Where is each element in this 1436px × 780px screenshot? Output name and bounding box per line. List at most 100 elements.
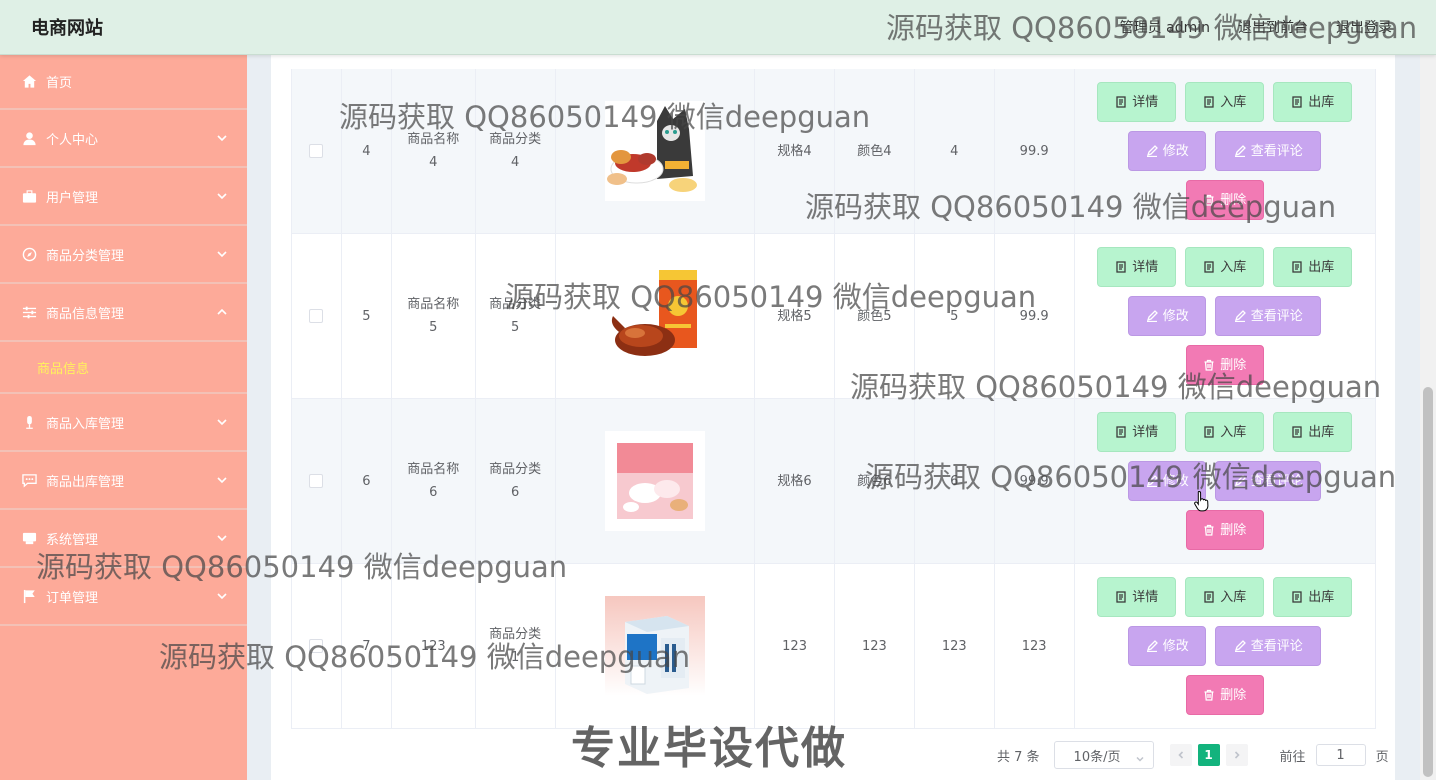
cell-name: 商品名称 4 [392,69,476,233]
cell-price: 99.9 [995,234,1075,398]
sidebar-item-label: 商品信息管理 [46,306,125,322]
delete-button[interactable]: 删除 [1185,510,1264,550]
detail-button[interactable]: 详情 [1097,247,1177,287]
sidebar-item-category[interactable]: 商品分类管理 [0,226,247,284]
row-actions: 详情 入库 出库 修改 查看评论 删除 [1075,399,1375,563]
view-review-button[interactable]: 查看评论 [1215,131,1322,171]
detail-button[interactable]: 详情 [1097,82,1177,122]
goto-prefix: 前往 [1279,749,1306,765]
next-page-button[interactable] [1225,744,1248,766]
chevron-down-icon [217,132,227,142]
table-row: 6 商品名称 6 商品分类 6 规格6 颜色6 6 99.9 详情 入库 出库 … [292,399,1375,564]
sidebar-item-product-info[interactable]: 商品信息管理 [0,284,247,342]
chevron-down-icon [217,190,227,200]
sidebar-item-stock-out[interactable]: 商品出库管理 [0,452,247,510]
row-checkbox[interactable] [309,144,324,158]
cell-category: 商品分类 4 [476,69,556,233]
sidebar-item-label: 用户管理 [46,190,99,206]
row-actions: 详情 入库 出库 修改 查看评论 删除 [1075,564,1375,728]
delete-button[interactable]: 删除 [1185,180,1264,220]
sidebar-item-users[interactable]: 用户管理 [0,168,247,226]
chevron-down-icon [217,474,227,484]
product-table: 4 商品名称 4 商品分类 4 规格4 颜色4 4 99.9 详情 入库 出库 … [291,69,1376,729]
briefcase-icon [21,188,37,204]
cell-color: 颜色6 [835,399,915,563]
cell-name: 123 [392,564,476,728]
stock-in-button[interactable]: 入库 [1185,412,1265,452]
row-checkbox[interactable] [309,474,324,488]
cell-spec: 123 [755,564,835,728]
stock-out-button[interactable]: 出库 [1273,412,1353,452]
detail-button[interactable]: 详情 [1097,577,1177,617]
stock-in-button[interactable]: 入库 [1185,577,1265,617]
pencil-icon [1234,145,1246,157]
watermark-bottom: 专业毕设代做 [571,723,847,774]
logout-link[interactable]: 退出登录 [1336,17,1392,37]
goto-page-input[interactable] [1315,744,1366,766]
edit-button[interactable]: 修改 [1128,626,1207,666]
sidebar-item-stock-in[interactable]: 商品入库管理 [0,394,247,452]
cell-color: 123 [835,564,915,728]
front-link[interactable]: 退出到前台 [1238,17,1308,37]
stock-out-button[interactable]: 出库 [1273,577,1353,617]
sliders-icon [21,304,37,320]
sidebar-item-label: 个人中心 [46,132,99,148]
detail-button[interactable]: 详情 [1097,412,1177,452]
row-checkbox[interactable] [309,309,324,323]
delete-button[interactable]: 删除 [1185,675,1264,715]
row-checkbox[interactable] [309,639,324,653]
cell-color: 颜色4 [835,69,915,233]
edit-button[interactable]: 修改 [1128,296,1207,336]
cell-spec: 规格6 [755,399,835,563]
hand-cursor-icon [1194,490,1209,512]
sidebar-item-profile[interactable]: 个人中心 [0,110,247,168]
roast-duck-image [604,266,705,366]
cell-color: 颜色5 [835,234,915,398]
page-scrollbar[interactable] [1420,55,1436,780]
pink-snack-image [604,431,705,531]
view-review-button[interactable]: 查看评论 [1215,461,1322,501]
scrollbar-thumb[interactable] [1423,387,1433,777]
sidebar-item-orders[interactable]: 订单管理 [0,568,247,626]
total-count: 共 7 条 [997,749,1040,765]
sidebar-item-system[interactable]: 系统管理 [0,510,247,568]
header-actions: 管理员 admin 退出到前台 退出登录 [1120,17,1392,37]
delete-button[interactable]: 删除 [1185,345,1264,385]
site-title: 电商网站 [31,18,103,39]
chevron-left-icon [1177,751,1183,759]
pencil-icon [1146,145,1158,157]
prev-page-button[interactable] [1169,744,1192,766]
stock-out-button[interactable]: 出库 [1273,247,1353,287]
document-icon [1204,261,1214,273]
compass-icon [21,246,37,262]
view-review-button[interactable]: 查看评论 [1215,626,1322,666]
main-panel: 4 商品名称 4 商品分类 4 规格4 颜色4 4 99.9 详情 入库 出库 … [271,55,1395,780]
view-review-button[interactable]: 查看评论 [1215,296,1322,336]
page-number-current[interactable]: 1 [1197,744,1220,766]
cell-category: 商品分类 5 [476,234,556,398]
user-label: 管理员 admin [1119,20,1210,36]
milk-box-image [604,596,705,696]
cell-name: 商品名称 6 [392,399,476,563]
pencil-icon [1234,475,1246,487]
chevron-down-icon [1136,752,1144,762]
sidebar-item-label: 系统管理 [46,532,99,548]
stock-out-button[interactable]: 出库 [1273,82,1353,122]
top-header: 电商网站 管理员 admin 退出到前台 退出登录 [0,0,1436,55]
flag-icon [21,588,37,604]
sidebar-item-label: 订单管理 [46,590,99,606]
stock-in-button[interactable]: 入库 [1185,82,1265,122]
page-size-select[interactable]: 10条/页 [1053,741,1154,769]
document-icon [1292,261,1302,273]
cell-id: 5 [342,234,392,398]
sidebar: 首页 个人中心 用户管理 商品分类管理 商品信息管理 商品信息 商品入库管理 商… [0,55,247,780]
edit-button[interactable]: 修改 [1128,131,1207,171]
document-icon [1116,426,1126,438]
snacks-image [604,101,705,201]
submenu-item-product-info[interactable]: 商品信息 [0,342,247,394]
chevron-down-icon [217,248,227,258]
table-row: 7 123 商品分类 1 123 123 123 123 详情 入库 出库 修改… [292,564,1375,729]
stock-in-button[interactable]: 入库 [1185,247,1265,287]
cell-price: 99.9 [995,69,1075,233]
sidebar-item-home[interactable]: 首页 [0,55,247,110]
